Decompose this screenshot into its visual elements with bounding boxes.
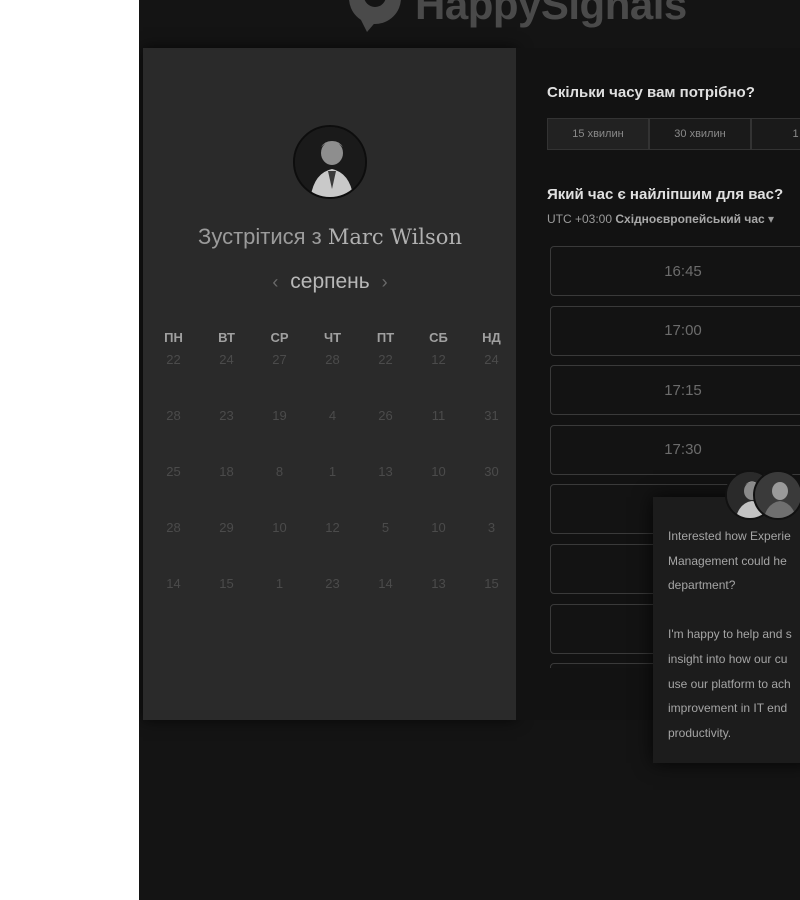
duration-selector: 15 хвилин 30 хвилин 1 го: [547, 118, 800, 150]
time-slot[interactable]: 17:00: [550, 305, 800, 356]
calendar-week: 22 24 27 28 22 12 24: [147, 352, 517, 408]
weekday-header: ПН ВТ СР ЧТ ПТ СБ НД: [147, 330, 517, 352]
calendar-day: 1: [328, 464, 337, 479]
person-avatar-icon: [293, 125, 367, 199]
calendar-day: 15: [219, 576, 234, 591]
weekday-label: ПТ: [376, 330, 395, 345]
calendar-day: 23: [219, 408, 234, 423]
calendar-grid: ПН ВТ СР ЧТ ПТ СБ НД 22 24 27 28 22 12 2…: [147, 330, 517, 632]
chat-line: use our platform to ach: [668, 676, 791, 691]
weekday-label: НД: [482, 330, 501, 345]
weekday-label: ВТ: [218, 330, 235, 345]
time-slot[interactable]: 17:30: [550, 424, 800, 475]
chat-line: Management could he: [668, 553, 787, 568]
meet-heading: Зустрітися з Marc Wilson: [143, 224, 517, 250]
chat-line: I'm happy to help and s: [668, 627, 792, 642]
weekday-label: ПН: [164, 330, 183, 345]
calendar-day: 31: [484, 408, 499, 423]
host-calendar-card: Зустрітися з Marc Wilson ‹ серпень › ПН …: [143, 48, 517, 720]
weekday-label: СБ: [429, 330, 448, 345]
calendar-day: 29: [219, 520, 234, 535]
calendar-day: 26: [378, 408, 393, 423]
time-question: Який час є найліпшим для вас?: [547, 186, 784, 203]
timezone-name: Східноєвропейський час: [615, 212, 765, 226]
calendar-day: 15: [484, 576, 499, 591]
calendar-day: 30: [484, 464, 499, 479]
calendar-day: 25: [166, 464, 181, 479]
timezone-offset: UTC +03:00: [547, 212, 613, 226]
chat-line: [668, 598, 800, 623]
calendar-day: 19: [272, 408, 287, 423]
calendar-day: 28: [325, 352, 340, 367]
calendar-day: 14: [166, 576, 181, 591]
chat-agent-avatars[interactable]: [725, 470, 800, 522]
chat-line: department?: [668, 578, 736, 593]
timezone-select[interactable]: UTC +03:00 Східноєвропейський час ▾: [547, 212, 774, 226]
month-navigator: ‹ серпень ›: [143, 270, 517, 294]
chat-line: insight into how our cu: [668, 651, 788, 666]
duration-option-15[interactable]: 15 хвилин: [547, 118, 649, 150]
calendar-day: 18: [219, 464, 234, 479]
calendar-day: 24: [219, 352, 234, 367]
time-slot[interactable]: 16:45: [550, 246, 800, 296]
calendar-week: 28 29 10 12 5 10 3: [147, 520, 517, 576]
calendar-day: 28: [166, 408, 181, 423]
calendar-week: 14 15 1 23 14 13 15: [147, 576, 517, 632]
calendar-day: 28: [166, 520, 181, 535]
scheduling-page: HappySignals Зустрітися з Marc Wilson ‹ …: [139, 0, 800, 900]
calendar-day: 22: [378, 352, 393, 367]
calendar-day: 12: [325, 520, 340, 535]
weekday-label: СР: [270, 330, 289, 345]
agent-avatar-icon: [753, 470, 800, 520]
calendar-day: 27: [272, 352, 287, 367]
chat-line: productivity.: [668, 725, 732, 740]
weekday-label: ЧТ: [323, 330, 342, 345]
calendar-day: 10: [272, 520, 287, 535]
calendar-day: 14: [378, 576, 393, 591]
calendar-day: 10: [431, 464, 446, 479]
chat-line: Interested how Experie: [668, 529, 791, 543]
month-label: серпень: [290, 270, 370, 293]
duration-option-60[interactable]: 1 го: [751, 118, 800, 150]
meet-prefix: Зустрітися з: [198, 224, 322, 249]
calendar-day: 12: [431, 352, 446, 367]
calendar-week: 25 18 8 1 13 10 30: [147, 464, 517, 520]
calendar-day: 10: [431, 520, 446, 535]
chevron-left-icon[interactable]: ‹: [266, 272, 284, 292]
calendar-day: 24: [484, 352, 499, 367]
calendar-day: 11: [431, 408, 446, 423]
speech-bubble-logo-icon: [349, 0, 401, 32]
chat-line: improvement in IT end: [668, 701, 788, 716]
calendar-week: 28 23 19 4 26 11 31: [147, 408, 517, 464]
chevron-right-icon[interactable]: ›: [376, 272, 394, 292]
duration-option-30[interactable]: 30 хвилин: [649, 118, 751, 150]
caret-down-icon: ▾: [768, 212, 775, 226]
calendar-day: 13: [378, 464, 393, 479]
brand-name: HappySignals: [415, 0, 687, 28]
time-slot[interactable]: 17:15: [550, 365, 800, 416]
chat-popup[interactable]: Interested how Experie Management could …: [653, 497, 800, 763]
calendar-day: 3: [487, 520, 496, 535]
calendar-day: 23: [325, 576, 340, 591]
duration-question: Скільки часу вам потрібно?: [547, 84, 755, 101]
calendar-day: 13: [431, 576, 446, 591]
calendar-day: 8: [275, 464, 284, 479]
host-name: Marc Wilson: [327, 225, 462, 249]
calendar-day: 4: [328, 408, 337, 423]
calendar-day: 1: [275, 576, 284, 591]
chat-message: Interested how Experie Management could …: [668, 524, 800, 745]
calendar-day: 22: [166, 352, 181, 367]
calendar-day: 5: [381, 520, 390, 535]
brand-logo: HappySignals: [339, 0, 687, 32]
